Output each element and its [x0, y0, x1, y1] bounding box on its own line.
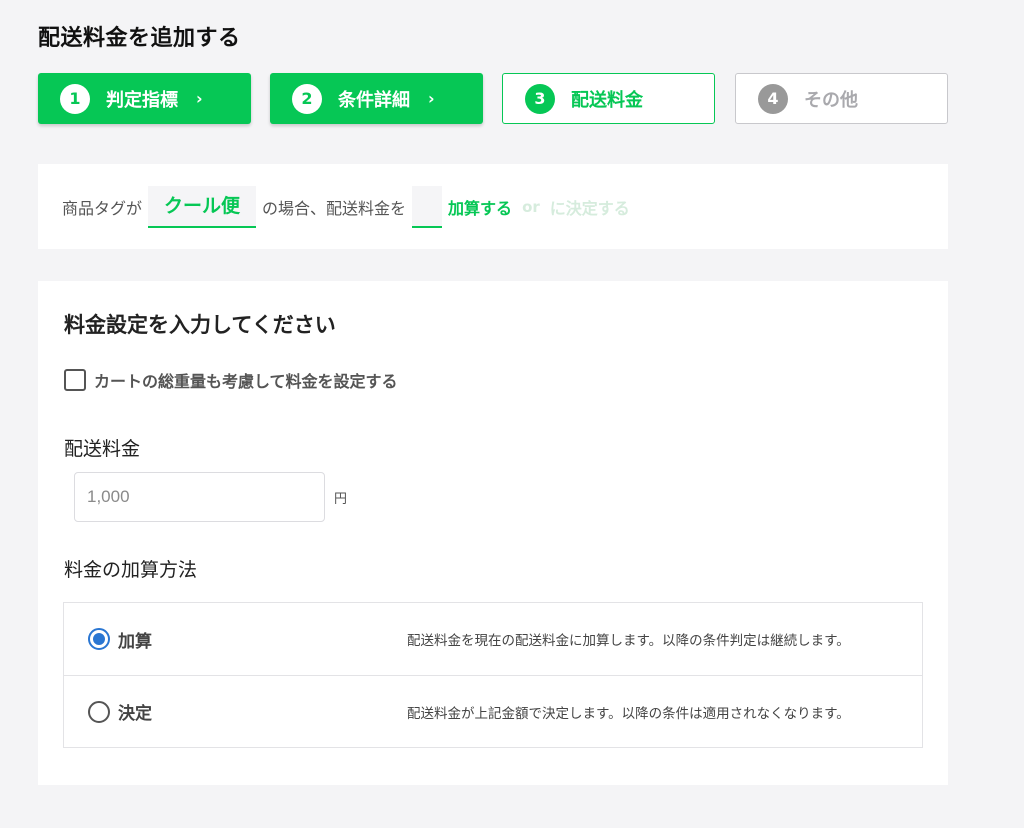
step-label: 配送料金: [571, 89, 643, 111]
step-number: 3: [525, 83, 555, 114]
radio-decide-description: 配送料金が上記金額で決定します。以降の条件は適用されなくなります。: [407, 705, 850, 722]
chevron-right-icon: ›: [428, 89, 435, 108]
step-number: 1: [60, 83, 90, 114]
radio-add-label: 加算: [118, 631, 152, 652]
condition-prefix: 商品タグが: [62, 198, 143, 218]
fee-settings-card: 料金設定を入力してください カートの総重量も考慮して料金を設定する 配送料金 円…: [38, 281, 948, 785]
weight-checkbox-label: カートの総重量も考慮して料金を設定する: [94, 372, 398, 391]
condition-summary: 商品タグが クール便 の場合、配送料金を 加算する or に決定する: [38, 164, 948, 249]
step-2-button[interactable]: 2 条件詳細 ›: [270, 73, 483, 124]
method-option-decide[interactable]: 決定 配送料金が上記金額で決定します。以降の条件は適用されなくなります。: [64, 675, 922, 747]
step-3-current: 3 配送料金: [502, 73, 715, 124]
condition-amount-blank[interactable]: [412, 185, 443, 228]
step-1-button[interactable]: 1 判定指標 ›: [38, 73, 251, 124]
fee-input[interactable]: [74, 472, 325, 522]
settings-heading: 料金設定を入力してください: [64, 313, 336, 337]
radio-decide[interactable]: [88, 700, 110, 723]
method-option-add[interactable]: 加算 配送料金を現在の配送料金に加算します。以降の条件判定は継続します。: [64, 603, 922, 675]
fee-label: 配送料金: [64, 438, 141, 460]
chevron-right-icon: ›: [196, 89, 203, 108]
step-indicator: 1 判定指標 › 2 条件詳細 › 3 配送料金 4 その他: [38, 73, 948, 125]
method-label: 料金の加算方法: [64, 559, 198, 581]
step-number: 4: [758, 83, 788, 114]
radio-decide-label: 決定: [118, 704, 152, 724]
condition-middle: の場合、配送料金を: [262, 198, 407, 218]
radio-add-description: 配送料金を現在の配送料金に加算します。以降の条件判定は継続します。: [407, 633, 850, 649]
condition-tag-value[interactable]: クール便: [148, 185, 257, 228]
step-4-disabled: 4 その他: [735, 73, 948, 124]
fee-unit: 円: [334, 492, 348, 507]
condition-or: or: [522, 197, 540, 216]
step-label: 条件詳細: [338, 89, 410, 111]
step-label: その他: [804, 89, 858, 111]
condition-decide-option[interactable]: に決定する: [550, 195, 630, 219]
page-title: 配送料金を追加する: [38, 26, 241, 51]
step-label: 判定指標: [106, 89, 178, 111]
weight-checkbox-row[interactable]: カートの総重量も考慮して料金を設定する: [64, 368, 398, 392]
radio-add[interactable]: [88, 628, 110, 650]
method-options: 加算 配送料金を現在の配送料金に加算します。以降の条件判定は継続します。 決定 …: [63, 602, 923, 748]
condition-add-option[interactable]: 加算する: [448, 195, 512, 219]
step-number: 2: [292, 83, 322, 114]
weight-checkbox[interactable]: [64, 369, 86, 391]
